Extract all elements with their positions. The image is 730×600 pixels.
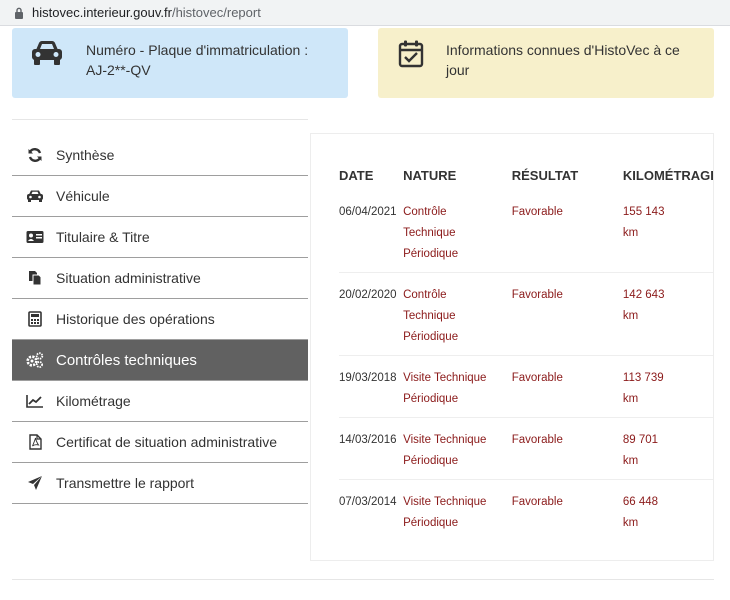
sidebar-item-label: Historique des opérations bbox=[56, 311, 215, 327]
sidebar-item-label: Certificat de situation administrative bbox=[56, 434, 277, 450]
footer-divider bbox=[12, 579, 714, 580]
sidebar-item-controles-techniques[interactable]: Contrôles techniques bbox=[12, 340, 308, 381]
copy-icon bbox=[29, 271, 42, 286]
cell-result: Favorable bbox=[511, 206, 563, 218]
cell-result: Favorable bbox=[511, 355, 623, 418]
browser-address-bar[interactable]: histovec.interieur.gouv.fr/histovec/repo… bbox=[0, 0, 730, 26]
sidebar-item-label: Synthèse bbox=[56, 147, 115, 163]
sidebar-item-vehicule[interactable]: Véhicule bbox=[12, 176, 308, 217]
cogs-icon bbox=[26, 352, 44, 368]
nature-line: Périodique bbox=[403, 393, 459, 405]
nature-line: Contrôle bbox=[403, 289, 447, 301]
calculator-icon bbox=[28, 311, 42, 327]
info-label: Informations connues d'HistoVec à ce jou… bbox=[446, 42, 680, 78]
sidebar-item-label: Kilométrage bbox=[56, 393, 131, 409]
sidebar-divider bbox=[12, 119, 308, 120]
km-value: 113 739 bbox=[622, 372, 664, 384]
km-value: 89 701 bbox=[622, 434, 659, 446]
plate-label: Numéro - Plaque d'immatriculation : AJ-2… bbox=[86, 42, 309, 78]
cell-nature: Contrôle Technique Périodique bbox=[403, 190, 512, 273]
nature-line: Visite Technique bbox=[403, 372, 487, 384]
cell-km: 89 701 km bbox=[622, 417, 713, 480]
cell-result: Favorable bbox=[511, 417, 623, 480]
table-row: 19/03/2018 Visite Technique Périodique F… bbox=[339, 355, 713, 418]
nature-line: Périodique bbox=[403, 248, 459, 260]
car-icon bbox=[32, 41, 62, 65]
report-sidebar-nav: Synthèse Véhicule Titulaire & Titre Situ… bbox=[12, 135, 308, 504]
controles-techniques-panel: DATE NATURE RÉSULTAT KILOMÉTRAGE 06/04/2… bbox=[310, 133, 714, 561]
controles-table: DATE NATURE RÉSULTAT KILOMÉTRAGE 06/04/2… bbox=[339, 160, 714, 541]
sidebar-item-historique[interactable]: Historique des opérations bbox=[12, 299, 308, 340]
table-row: 07/03/2014 Visite Technique Périodique F… bbox=[339, 479, 713, 541]
sidebar-item-label: Contrôles techniques bbox=[56, 351, 197, 369]
nature-line: Visite Technique bbox=[403, 496, 487, 508]
cell-km: 155 143 km bbox=[622, 190, 713, 273]
nature-line: Contrôle bbox=[403, 206, 447, 218]
pdf-file-icon bbox=[28, 434, 42, 450]
header-km: KILOMÉTRAGE bbox=[622, 167, 714, 183]
sidebar-item-label: Véhicule bbox=[56, 188, 110, 204]
header-date: DATE bbox=[339, 167, 374, 183]
table-header-row: DATE NATURE RÉSULTAT KILOMÉTRAGE bbox=[339, 160, 714, 190]
cell-date: 19/03/2018 bbox=[339, 355, 404, 418]
table-row: 14/03/2016 Visite Technique Périodique F… bbox=[339, 417, 713, 480]
url-path: /histovec/report bbox=[171, 5, 261, 20]
nature-line: Périodique bbox=[403, 455, 459, 467]
km-unit: km bbox=[622, 455, 639, 467]
calendar-check-icon bbox=[398, 40, 424, 68]
plate-card: Numéro - Plaque d'immatriculation : AJ-2… bbox=[12, 28, 348, 98]
sidebar-item-synthese[interactable]: Synthèse bbox=[12, 135, 308, 176]
cell-result: Favorable bbox=[511, 272, 623, 356]
nature-line: Périodique bbox=[403, 517, 459, 529]
km-value: 66 448 bbox=[622, 496, 659, 508]
url-host: histovec.interieur.gouv.fr bbox=[32, 5, 172, 20]
sidebar-item-label: Transmettre le rapport bbox=[56, 475, 194, 491]
line-chart-icon bbox=[26, 395, 43, 408]
header-result: RÉSULTAT bbox=[511, 167, 579, 183]
sidebar-item-kilometrage[interactable]: Kilométrage bbox=[12, 381, 308, 422]
cell-nature: Visite Technique Périodique bbox=[403, 417, 512, 480]
table-row: 06/04/2021 Contrôle Technique Périodique… bbox=[339, 190, 713, 273]
car-icon bbox=[27, 190, 43, 202]
km-unit: km bbox=[622, 517, 639, 529]
send-icon bbox=[28, 476, 42, 490]
cell-date: 20/02/2020 bbox=[339, 272, 404, 356]
cell-nature: Visite Technique Périodique bbox=[403, 479, 512, 541]
cell-result: Favorable bbox=[511, 479, 623, 541]
sidebar-item-certificat[interactable]: Certificat de situation administrative bbox=[12, 422, 308, 463]
sync-icon bbox=[28, 148, 42, 162]
nature-line: Périodique bbox=[403, 331, 459, 343]
cell-date: 06/04/2021 bbox=[339, 206, 397, 218]
km-value: 155 143 bbox=[622, 206, 665, 218]
cell-date: 14/03/2016 bbox=[339, 417, 404, 480]
info-card: Informations connues d'HistoVec à ce jou… bbox=[378, 28, 714, 98]
id-card-icon bbox=[26, 231, 44, 243]
km-unit: km bbox=[622, 310, 639, 322]
km-unit: km bbox=[622, 393, 639, 405]
cell-nature: Visite Technique Périodique bbox=[403, 355, 512, 418]
cell-km: 113 739 km bbox=[622, 355, 713, 418]
km-value: 142 643 bbox=[622, 289, 665, 301]
table-row: 20/02/2020 Contrôle Technique Périodique… bbox=[339, 272, 713, 356]
header-nature: NATURE bbox=[403, 167, 457, 183]
lock-icon bbox=[15, 7, 23, 19]
nature-line: Visite Technique bbox=[403, 434, 487, 446]
cell-nature: Contrôle Technique Périodique bbox=[403, 272, 512, 356]
km-unit: km bbox=[622, 227, 639, 239]
sidebar-item-label: Situation administrative bbox=[56, 270, 201, 286]
cell-km: 66 448 km bbox=[622, 479, 713, 541]
nature-line: Technique bbox=[403, 310, 456, 322]
sidebar-item-label: Titulaire & Titre bbox=[56, 229, 150, 245]
nature-line: Technique bbox=[403, 227, 456, 239]
sidebar-item-situation[interactable]: Situation administrative bbox=[12, 258, 308, 299]
sidebar-item-transmettre[interactable]: Transmettre le rapport bbox=[12, 463, 308, 504]
cell-km: 142 643 km bbox=[622, 272, 713, 356]
cell-date: 07/03/2014 bbox=[339, 479, 404, 541]
sidebar-item-titulaire[interactable]: Titulaire & Titre bbox=[12, 217, 308, 258]
